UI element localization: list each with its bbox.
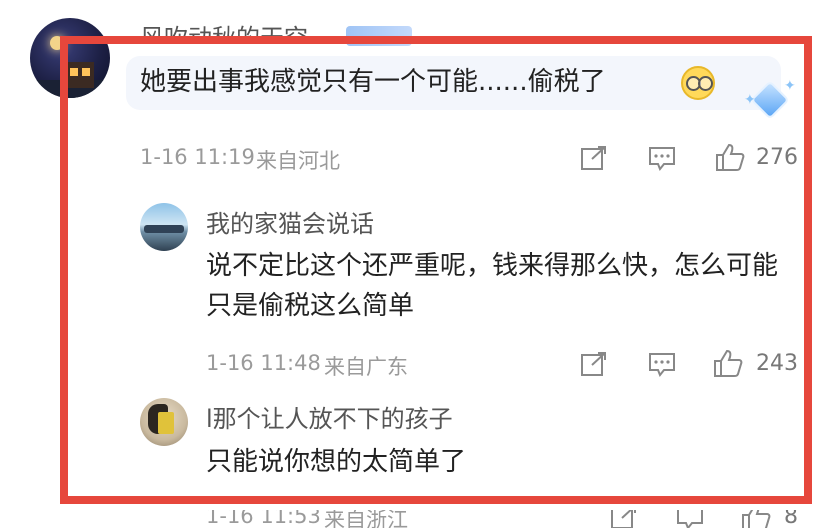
reply-1-date: 1-16 11:48 bbox=[206, 351, 321, 375]
avatar-reply-2[interactable] bbox=[140, 398, 188, 446]
like-icon[interactable] bbox=[740, 510, 772, 528]
reply-2-date: 1-16 11:53 bbox=[206, 510, 321, 528]
reply-2-meta-row: 1-16 11:53 来自浙江 8 bbox=[200, 510, 820, 528]
emoji-glasses-icon bbox=[681, 66, 715, 100]
reply-1-location: 来自广东 bbox=[324, 355, 408, 379]
sparkle-icon: ✦ bbox=[784, 78, 796, 94]
main-comment-text: 她要出事我感觉只有一个可能......偷税了 bbox=[140, 67, 606, 97]
main-username-clip: 风吹动秋的天空 bbox=[140, 18, 350, 40]
reply-2-username[interactable]: l那个让人放不下的孩子 bbox=[206, 399, 453, 434]
main-comment-location: 来自河北 bbox=[256, 149, 340, 173]
main-comment-date: 1-16 11:19 bbox=[140, 145, 255, 169]
comment-icon[interactable] bbox=[648, 145, 676, 171]
avatar-main-commenter[interactable] bbox=[30, 18, 110, 98]
main-like-count: 276 bbox=[756, 145, 798, 170]
main-username[interactable]: 风吹动秋的天空 bbox=[140, 18, 308, 40]
share-icon[interactable] bbox=[580, 351, 608, 377]
reply-2-text: 只能说你想的太简单了 bbox=[206, 447, 467, 477]
reply-1-like-count: 243 bbox=[756, 351, 798, 376]
reply-2-like-count: 8 bbox=[784, 510, 798, 528]
reply-1-text: 说不定比这个还严重呢，钱来得那么快，怎么可能只是偷税这么简单 bbox=[206, 251, 779, 321]
reply-2-location: 来自浙江 bbox=[324, 510, 408, 528]
share-icon[interactable] bbox=[610, 510, 638, 528]
member-badge bbox=[346, 26, 412, 46]
reply-1-username[interactable]: 我的家猫会说话 bbox=[206, 204, 374, 239]
like-icon[interactable] bbox=[714, 142, 746, 172]
avatar-reply-1[interactable] bbox=[140, 203, 188, 251]
comment-icon[interactable] bbox=[648, 351, 676, 377]
comment-icon[interactable] bbox=[676, 510, 704, 528]
share-icon[interactable] bbox=[580, 145, 608, 171]
like-icon[interactable] bbox=[712, 348, 744, 378]
sparkle-icon: ✦ bbox=[744, 92, 756, 108]
